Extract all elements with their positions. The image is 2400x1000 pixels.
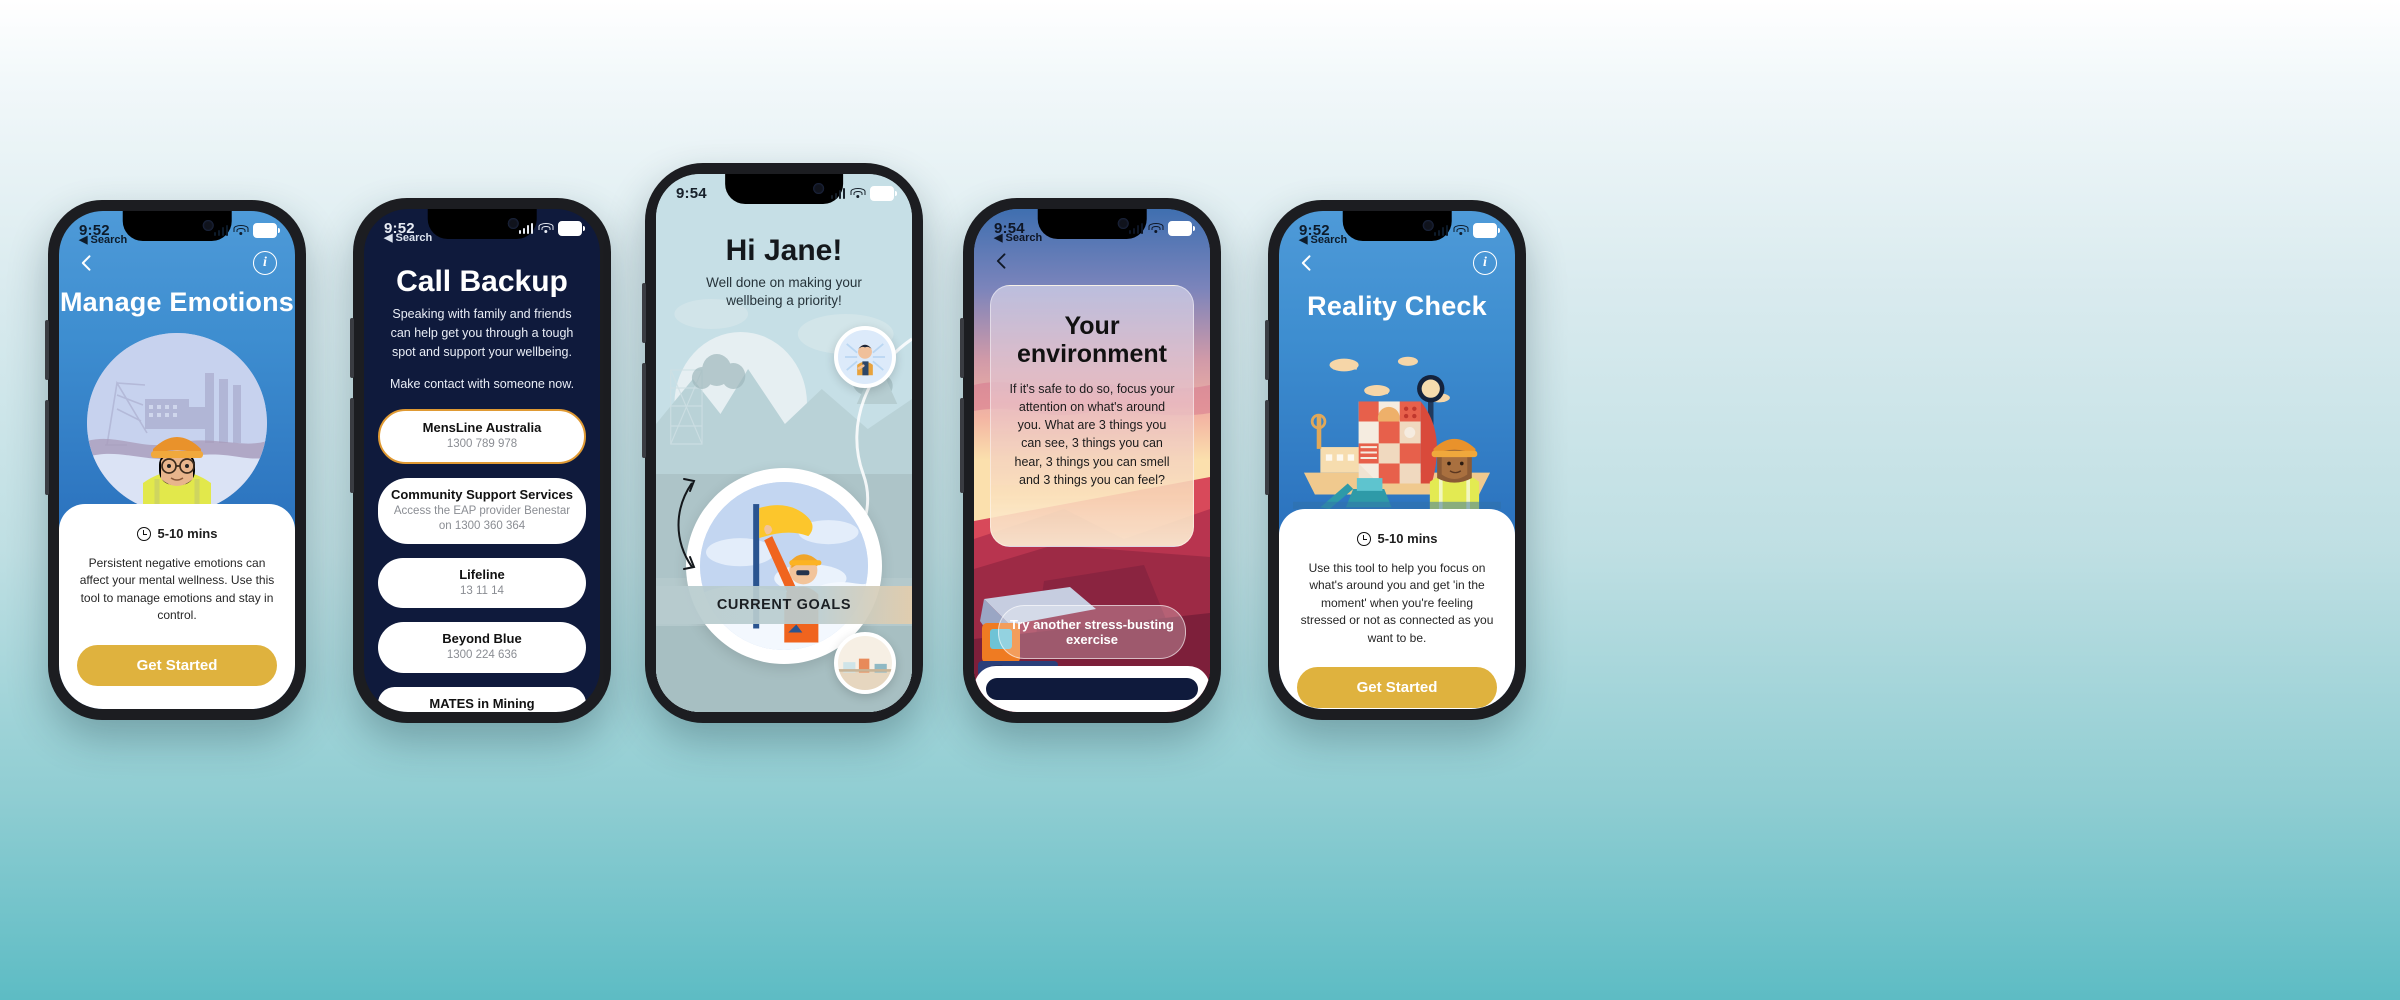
page-title: Call Backup [396, 265, 568, 298]
chevron-left-icon[interactable] [1297, 253, 1317, 273]
screen-call-backup: 9:52 99 ◀ Search Call Backup Speaking wi… [364, 209, 600, 712]
status-bar: 9:54 98 [656, 174, 912, 208]
info-icon[interactable]: i [1473, 251, 1497, 275]
get-started-button[interactable]: Get Started [1297, 666, 1497, 708]
tool-info-card: 5-10 mins Persistent negative emotions c… [59, 504, 295, 709]
contact-number: 13 11 14 [460, 584, 504, 597]
clock-icon [136, 526, 151, 541]
contact-button-mates-in-mining[interactable]: MATES in Mining [378, 686, 586, 712]
battery-indicator: 99 [558, 220, 585, 236]
tool-description: Persistent negative emotions can affect … [79, 556, 275, 623]
duration-label: 5-10 mins [1377, 531, 1438, 546]
page-title: Reality Check [1307, 291, 1487, 321]
ios-back-to-search[interactable]: ◀ Search [994, 231, 1042, 244]
exercise-body: If it's safe to do so, focus your attent… [1009, 382, 1175, 487]
get-started-button[interactable]: Get Started [77, 644, 277, 686]
contact-number: Access the EAP provider Benestar on 1300… [393, 504, 571, 533]
contact-button-lifeline[interactable]: Lifeline 13 11 14 [378, 557, 586, 609]
contact-name: Community Support Services [390, 486, 574, 502]
contact-name: MATES in Mining [429, 695, 535, 711]
duration-row: 5-10 mins [77, 526, 277, 541]
tool-info-card: 5-10 mins Use this tool to help you focu… [1279, 509, 1515, 709]
badge-workbench[interactable] [834, 632, 896, 694]
chevron-left-icon[interactable] [77, 253, 97, 273]
illustration-reality-check [1293, 337, 1501, 517]
phone-home: 9:54 98 Hi Jane! Well done on making you… [642, 163, 923, 723]
wifi-icon [1453, 224, 1468, 236]
info-icon[interactable]: i [253, 251, 277, 275]
current-goals-bar[interactable]: CURRENT GOALS [656, 586, 912, 624]
battery-indicator: 99 [1168, 220, 1195, 236]
clock-icon [1356, 531, 1371, 546]
battery-indicator: 99 [1473, 222, 1500, 238]
contact-button-mensline[interactable]: MensLine Australia 1300 789 978 [378, 409, 586, 464]
illustration-manage-emotions [87, 333, 267, 513]
cellular-icon [518, 222, 533, 234]
wifi-icon [850, 187, 865, 199]
screen-your-environment: 9:54 99 ◀ Search Your environment If it'… [974, 209, 1210, 712]
wifi-icon [538, 222, 553, 234]
contact-name: MensLine Australia [422, 420, 542, 436]
ios-back-to-search[interactable]: ◀ Search [1299, 233, 1347, 246]
screen-manage-emotions: 9:52 99 ◀ Search i Manage Emotions 5-10 … [59, 211, 295, 709]
duration-row: 5-10 mins [1297, 531, 1497, 546]
greeting-subtitle: Well done on making your wellbeing a pri… [706, 275, 862, 309]
chevron-left-icon[interactable] [992, 251, 1012, 271]
cellular-icon [213, 224, 228, 236]
phone-call-backup: 9:52 99 ◀ Search Call Backup Speaking wi… [350, 198, 611, 723]
status-time: 9:54 [676, 184, 707, 202]
contact-button-community-support[interactable]: Community Support Services Access the EA… [378, 477, 586, 544]
screen-reality-check: 9:52 99 ◀ Search i Reality Check 5-10 mi… [1279, 211, 1515, 709]
bottom-nav-inner [986, 678, 1198, 700]
contact-name: Beyond Blue [442, 631, 522, 647]
cellular-icon [1433, 224, 1448, 236]
ios-back-to-search[interactable]: ◀ Search [384, 231, 432, 244]
battery-indicator: 98 [870, 185, 897, 201]
duration-label: 5-10 mins [157, 526, 218, 541]
exercise-title: Your environment [1016, 312, 1168, 368]
cellular-icon [1128, 222, 1143, 234]
page-subtitle-secondary: Make contact with someone now. [389, 377, 575, 392]
bottom-nav-card[interactable] [974, 666, 1210, 712]
phone-reality-check: 9:52 99 ◀ Search i Reality Check 5-10 mi… [1265, 200, 1526, 720]
contact-name: Lifeline [459, 566, 505, 582]
wifi-icon [1148, 222, 1163, 234]
badge-man-pointing[interactable] [834, 326, 896, 388]
battery-indicator: 99 [253, 222, 280, 238]
phone-manage-emotions: 9:52 99 ◀ Search i Manage Emotions 5-10 … [45, 200, 306, 720]
greeting-title: Hi Jane! [725, 234, 843, 267]
contact-number: 1300 789 978 [446, 438, 518, 451]
contact-button-beyond-blue[interactable]: Beyond Blue 1300 224 636 [378, 622, 586, 673]
contact-number: 1300 224 636 [446, 649, 518, 662]
ios-back-to-search[interactable]: ◀ Search [79, 233, 127, 246]
page-subtitle: Speaking with family and friends can hel… [390, 307, 574, 359]
phone-your-environment: 9:54 99 ◀ Search Your environment If it'… [960, 198, 1221, 723]
try-another-exercise-button[interactable]: Try another stress-busting exercise [998, 605, 1186, 659]
page-title: Manage Emotions [59, 287, 295, 317]
cellular-icon [830, 187, 845, 199]
tool-description: Use this tool to help you focus on what'… [1300, 561, 1494, 645]
curved-path-arrow-icon [668, 469, 700, 579]
wifi-icon [233, 224, 248, 236]
screen-home: 9:54 98 Hi Jane! Well done on making you… [656, 174, 912, 712]
exercise-card: Your environment If it's safe to do so, … [990, 285, 1194, 547]
